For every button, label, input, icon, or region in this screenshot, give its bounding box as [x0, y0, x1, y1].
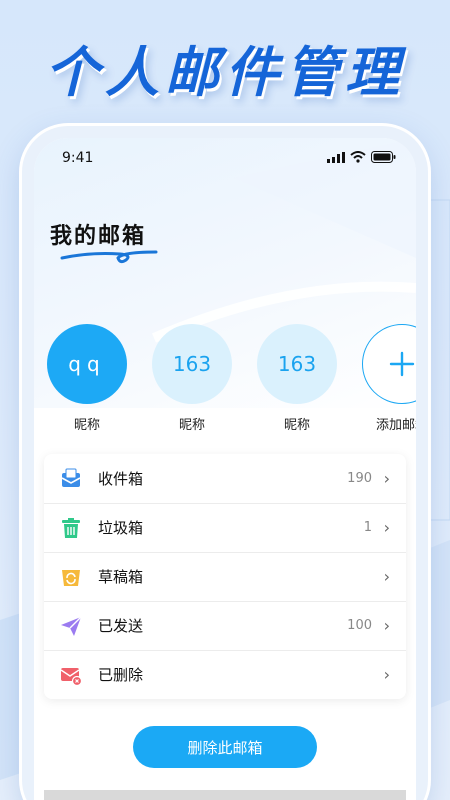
folder-trash[interactable]: 垃圾箱 1 ›	[44, 503, 406, 551]
signal-icon	[327, 151, 345, 163]
bottom-placeholder	[44, 790, 406, 800]
add-account-label: 添加邮箱	[375, 418, 416, 433]
plus-icon[interactable]	[362, 324, 416, 404]
account-avatar[interactable]: 163	[257, 324, 337, 404]
folder-count: 190	[347, 470, 372, 486]
account-avatar[interactable]: qq	[47, 324, 127, 404]
battery-icon	[371, 151, 396, 163]
sent-icon	[61, 616, 82, 636]
folder-deleted[interactable]: 已删除 ›	[44, 650, 406, 698]
account-nickname: 昵称	[283, 418, 310, 433]
phone-frame: 9:41 我的邮箱 qq 昵称 163 昵称 163 昵称 添加邮 收件箱 19…	[22, 126, 428, 800]
inbox-icon	[61, 468, 81, 487]
chevron-right-icon: ›	[383, 616, 390, 635]
status-icons	[327, 151, 396, 163]
account-list: qq 昵称 163 昵称 163 昵称 添加邮箱	[44, 324, 416, 434]
folder-label: 收件箱	[98, 469, 144, 488]
wifi-icon	[350, 151, 366, 163]
delete-mailbox-button[interactable]: 删除此邮箱	[133, 726, 317, 768]
deleted-icon	[60, 668, 82, 686]
account-nickname: 昵称	[73, 418, 100, 433]
add-account-button[interactable]: 添加邮箱	[359, 324, 416, 433]
drafts-icon	[62, 570, 80, 586]
app-screen: 9:41 我的邮箱 qq 昵称 163 昵称 163 昵称 添加邮 收件箱 19…	[34, 138, 416, 800]
trash-icon	[62, 518, 80, 538]
account-qq[interactable]: qq 昵称	[44, 324, 130, 433]
folder-label: 已发送	[98, 617, 144, 635]
folder-count: 1	[363, 520, 372, 535]
chevron-right-icon: ›	[383, 665, 390, 684]
account-avatar[interactable]: 163	[152, 324, 232, 404]
folder-inbox[interactable]: 收件箱 190 ›	[44, 454, 406, 502]
title-underline-icon	[60, 250, 158, 264]
promo-title: 个人邮件管理	[45, 41, 405, 104]
chevron-right-icon: ›	[383, 468, 390, 488]
account-163-first[interactable]: 163 昵称	[149, 324, 235, 433]
account-nickname: 昵称	[178, 418, 205, 433]
folder-label: 垃圾箱	[98, 519, 144, 537]
chevron-right-icon: ›	[383, 518, 390, 537]
account-163-second[interactable]: 163 昵称	[254, 324, 340, 433]
folder-label: 已删除	[98, 666, 144, 684]
folder-label: 草稿箱	[98, 568, 144, 586]
folder-drafts[interactable]: 草稿箱 ›	[44, 552, 406, 600]
chevron-right-icon: ›	[383, 567, 390, 586]
status-time: 9:41	[62, 150, 94, 166]
folder-list: 收件箱 190 › 垃圾箱 1 › 草稿箱 › 已发送 100 › 已删除 ›	[44, 454, 406, 699]
folder-count: 100	[347, 618, 372, 633]
folder-sent[interactable]: 已发送 100 ›	[44, 601, 406, 649]
status-bar: 9:41	[34, 138, 416, 178]
